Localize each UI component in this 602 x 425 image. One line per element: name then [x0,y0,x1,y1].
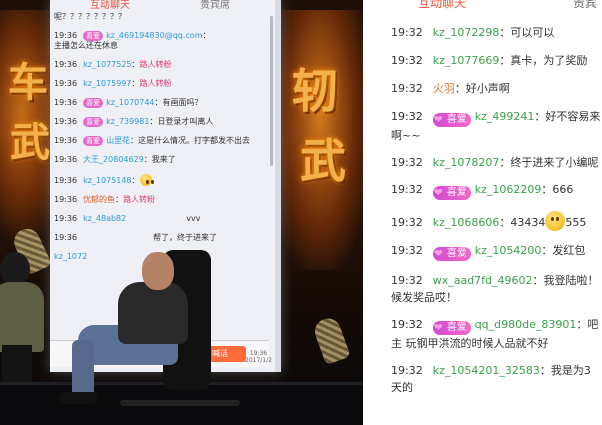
message-time: 19:32 [391,110,423,123]
message-text: 发红包 [552,244,586,257]
message-time: 19:32 [391,274,423,287]
message-username[interactable]: 火羽 [433,82,455,95]
message-time: 19:32 [391,54,423,67]
chat-message: 19:32 kz_1068606：43434 555 [391,211,602,231]
chat-message: 19:32 kz_1054201_32583：我是为3天的 [391,364,591,394]
screen-line: 19:36 喜爱 kz_1070744：有画面吗？ [54,98,203,108]
message-text-tail: 555 [565,216,587,229]
message-time: 19:32 [391,244,423,257]
message-time: 19:32 [391,26,423,39]
emoji-icon [139,174,154,186]
message-username[interactable]: kz_1068606 [433,216,500,229]
screen-clock: 19:36 2017/1/2 [245,350,272,364]
mic-decoration-right [311,314,351,366]
message-time: 19:32 [391,156,423,169]
message-username[interactable]: kz_1062209 [475,183,542,196]
heart-icon: ❤ [433,321,443,334]
chair-base [120,400,240,406]
screen-line: 19:36 喜爱 kz_739981：日登录才叫离人 [54,117,214,127]
chat-message: 19:32 kz_1078207：终于进来了小编呢 [391,156,599,169]
screen-tab-chat: 互动聊天 [90,0,130,11]
streamer-shin [72,340,94,398]
message-time: 19:32 [391,183,423,196]
message-text: 可以可以 [510,26,555,39]
message-username[interactable]: kz_1078207 [433,156,500,169]
screen-tab-vip: 贵宾席 [200,0,230,11]
stage-char-left: 车 [8,59,48,106]
message-time: 19:32 [391,318,423,331]
fan-badge: ❤ 喜爱 [432,247,471,261]
video-player[interactable]: 车 武 轫 武 互动聊天 贵宾席 呢？？？？？？？？ 19:36 喜爱 kz_469… [0,0,363,425]
screen-line: 19:36 kz_1077525：路人转粉 [54,60,172,69]
streamer-body [118,282,188,344]
message-time: 19:32 [391,216,423,229]
message-username[interactable]: kz_1072298 [433,26,500,39]
message-username[interactable]: qq_d980de_83901 [475,318,577,331]
message-time: 19:32 [391,82,423,95]
stage-char-right2: 武 [300,134,346,188]
chat-message: 19:32 kz_1077669：真卡，为了奖励 [391,54,588,67]
screen-line-partial: 呢？？？？？？？？ [54,12,126,21]
screen-line: 19:36 喜爱 kz_469194830@qq.com： 主播怎么还在休息 [54,31,211,50]
tab-vip[interactable]: 贵宾 [573,0,597,11]
message-text: 终于进来了小编呢 [510,156,599,169]
streamer-head [142,252,174,290]
screen-line: 19:36 大王_20804629：我来了 [54,155,176,164]
screen-line: 19:36 忧郁的鱼：路人转粉 [54,195,156,204]
chat-message: 19:32 wx_aad7fd_49602：我登陆啦！候发奖品哎！ [391,274,599,304]
screen-line: 19:36 kz_48ab82 vvv [54,214,201,223]
screen-chat-list: 呢？？？？？？？？ 19:36 喜爱 kz_469194830@qq.com： 主播怎… [54,12,262,271]
fan-badge: ❤ 喜爱 [432,321,471,335]
message-username[interactable]: kz_499241 [475,110,535,123]
person-left-body [0,282,44,352]
heart-icon: ❤ [433,247,443,260]
message-username[interactable]: kz_1054201_32583 [433,364,540,377]
message-time: 19:32 [391,364,423,377]
chat-message: 19:32 火羽：好小声啊 [391,82,510,95]
heart-icon: ❤ [433,113,443,126]
message-username[interactable]: kz_1054200 [475,244,542,257]
chat-tabs: 互动聊天 贵宾 [363,0,602,12]
stage-char-right: 轫 [292,64,338,118]
chat-message: 19:32 ❤ 喜爱 kz_1054200：发红包 [391,244,586,261]
stage-char-left2: 武 [10,119,50,166]
person-left-head [0,252,30,286]
chat-message: 19:32 ❤ 喜爱 kz_1062209：666 [391,183,574,200]
thinking-emoji-icon [545,211,566,231]
chat-message-list: 19:32 kz_1072298：可以可以 19:32 kz_1077669：真卡，… [391,24,602,406]
fan-badge: ❤ 喜爱 [432,113,471,127]
screen-line: 19:36 kz_1075997：路人转粉 [54,79,172,88]
chat-message: 19:32 ❤ 喜爱 kz_499241：好不容易来啊~~ [391,110,601,142]
message-text: 666 [552,183,574,196]
message-username[interactable]: wx_aad7fd_49602 [433,274,533,287]
chat-message: 19:32 ❤ 喜爱 qq_d980de_83901：吧主 玩钢甲洪流的时候人品就不好 [391,318,599,350]
message-text: 真卡，为了奖励 [510,54,588,67]
streamer-shoe [60,392,98,404]
message-text: 43434 [510,216,546,229]
chat-message: 19:32 kz_1072298：可以可以 [391,26,555,39]
heart-icon: ❤ [433,186,443,199]
screen-line: 19:36 帮了，终于进来了 [54,233,218,242]
screen-line: 19:36 喜爱 山里花：这是什么情况。打字都发不出去 [54,136,251,146]
screen-scrollbar [270,16,273,166]
screen-line: 19:36 kz_1075148： [54,174,262,186]
fan-badge: ❤ 喜爱 [432,186,471,200]
tab-interactive-chat[interactable]: 互动聊天 [418,0,466,11]
chat-panel: 互动聊天 贵宾 19:32 kz_1072298：可以可以 19:32 kz_107… [363,0,602,425]
message-text: 好小声啊 [465,82,510,95]
message-username[interactable]: kz_1077669 [433,54,500,67]
